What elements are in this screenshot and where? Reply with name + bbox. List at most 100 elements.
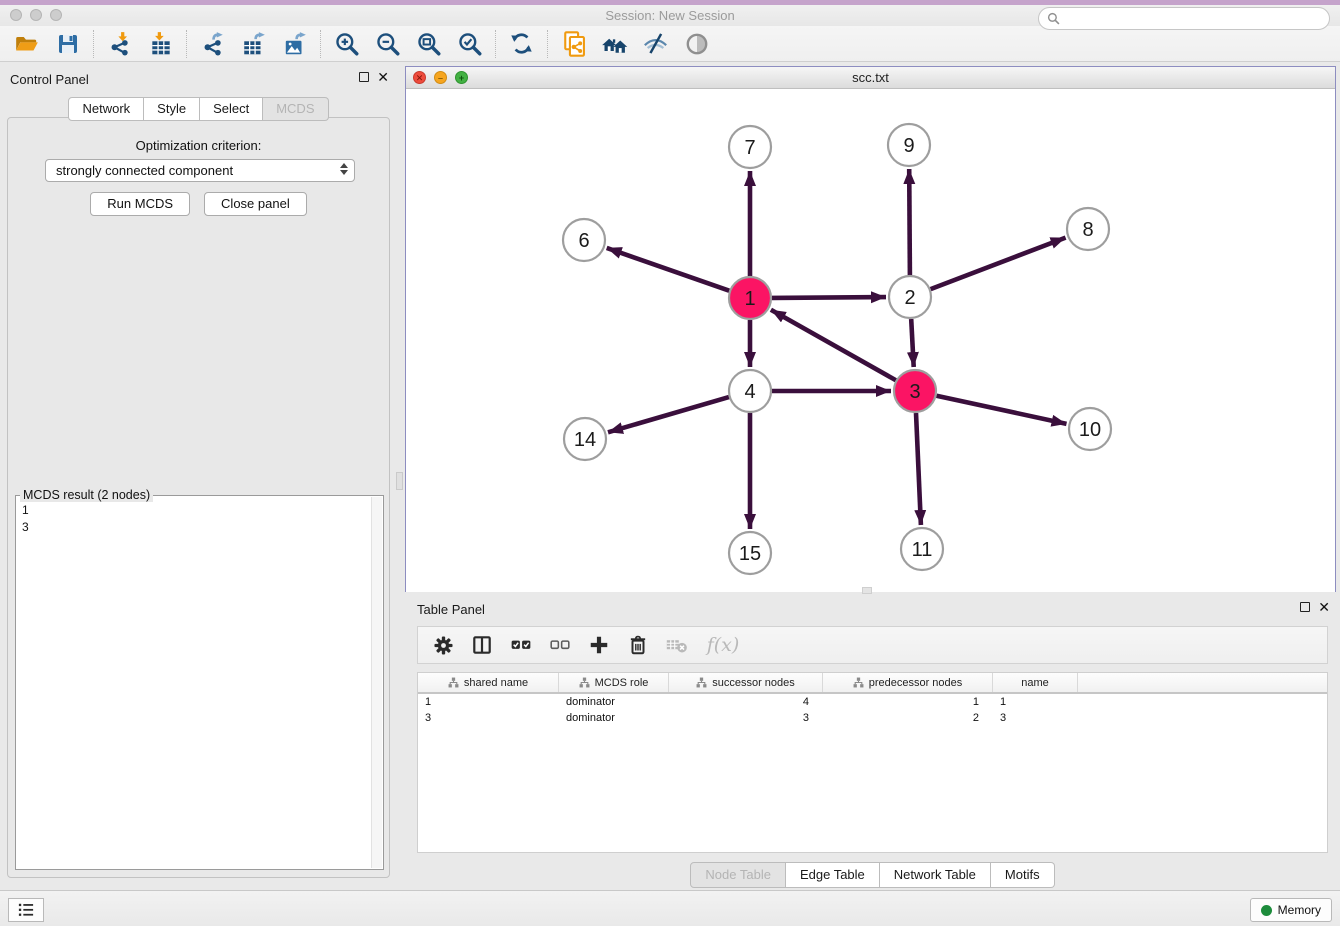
column-header-name[interactable]: name [993,673,1078,692]
panel-divider-grip[interactable] [396,472,403,490]
table-tab-edge-table[interactable]: Edge Table [786,862,880,888]
graph-node-11[interactable]: 11 [901,528,943,570]
close-panel-icon[interactable]: ✕ [377,72,389,82]
network-resize-grip[interactable] [862,587,872,594]
zoom-fit-button[interactable] [408,28,449,60]
show-column-panel-button[interactable] [467,630,497,660]
attribute-icon [579,677,590,688]
tab-network[interactable]: Network [68,97,144,121]
zoom-in-button[interactable] [326,28,367,60]
import-table-button[interactable] [140,28,181,60]
task-history-button[interactable] [8,898,44,922]
home-button[interactable] [594,28,635,60]
table-settings-button[interactable] [428,630,458,660]
apply-layout-button[interactable] [501,28,542,60]
svg-text:7: 7 [744,137,755,159]
create-column-button[interactable] [584,630,614,660]
graph-node-2[interactable]: 2 [889,276,931,318]
graph-node-10[interactable]: 10 [1069,408,1111,450]
clone-network-button[interactable] [553,28,594,60]
optimization-criterion-value: strongly connected component [56,163,233,178]
graph-edge-2-9[interactable] [909,169,910,275]
network-view-window: ✕ – + scc.txt 7 9 6 8 1 2 4 3 14 10 15 [405,66,1336,592]
export-table-button[interactable] [233,28,274,60]
graph-edge-4-14[interactable] [608,397,729,432]
graph-edge-1-2[interactable] [772,297,886,298]
search-field[interactable] [1038,7,1330,30]
network-canvas-svg[interactable]: 7 9 6 8 1 2 4 3 14 10 15 11 [406,89,1335,592]
import-network-button[interactable] [99,28,140,60]
function-icon: f(x) [707,634,740,656]
graph-node-8[interactable]: 8 [1067,208,1109,250]
graph-node-4[interactable]: 4 [729,370,771,412]
save-icon [56,32,80,56]
export-image-button[interactable] [274,28,315,60]
save-session-button[interactable] [47,28,88,60]
cell-shared-name: 3 [418,710,559,726]
import-table-icon [148,31,174,57]
show-graphics-details-button[interactable] [676,28,717,60]
mcds-panel: Optimization criterion: strongly connect… [7,117,390,878]
cell-successor-nodes: 3 [669,710,823,726]
list-icon [17,902,35,918]
graph-edge-3-1[interactable] [771,310,896,380]
graph-node-15[interactable]: 15 [729,532,771,574]
node-table[interactable]: shared name MCDS role successor nodes pr… [417,672,1328,853]
table-header-row: shared name MCDS role successor nodes pr… [418,673,1327,694]
status-bar: Memory [0,890,1340,926]
svg-text:15: 15 [739,543,761,565]
graph-node-9[interactable]: 9 [888,124,930,166]
graph-edge-3-11[interactable] [916,413,921,525]
memory-button[interactable]: Memory [1250,898,1332,922]
column-header-predecessor-nodes[interactable]: predecessor nodes [823,673,993,692]
table-panel-title: Table Panel [417,602,485,617]
delete-table-icon [665,633,689,657]
table-row[interactable]: 1dominator411 [418,694,1327,710]
delete-table-button [662,630,692,660]
graph-edge-2-8[interactable] [931,238,1066,290]
mcds-result-box: MCDS result (2 nodes) 13 [15,495,384,870]
graph-edge-2-3[interactable] [911,319,914,367]
result-scrollbar[interactable] [371,497,382,868]
optimization-criterion-label: Optimization criterion: [8,138,389,153]
float-table-panel-icon[interactable] [1300,602,1310,612]
zoom-selected-button[interactable] [449,28,490,60]
close-panel-button[interactable]: Close panel [204,192,307,216]
run-mcds-button[interactable]: Run MCDS [90,192,190,216]
cell-predecessor-nodes: 1 [823,694,993,710]
table-row[interactable]: 3dominator323 [418,710,1327,726]
toolbar-separator [320,30,321,58]
close-table-panel-icon[interactable]: ✕ [1318,602,1330,612]
hide-graphics-details-button[interactable] [635,28,676,60]
mcds-result-line: 3 [22,519,29,536]
network-window-titlebar[interactable]: ✕ – + scc.txt [406,67,1335,89]
tab-style[interactable]: Style [144,97,200,121]
delete-column-button[interactable] [623,630,653,660]
tab-select[interactable]: Select [200,97,263,121]
graph-node-3[interactable]: 3 [894,370,936,412]
table-tab-network-table[interactable]: Network Table [880,862,991,888]
graph-edge-1-6[interactable] [607,248,730,291]
export-network-button[interactable] [192,28,233,60]
float-panel-icon[interactable] [359,72,369,82]
svg-text:1: 1 [744,288,755,310]
graph-node-1[interactable]: 1 [729,277,771,319]
optimization-criterion-select[interactable]: strongly connected component [45,159,355,182]
column-header-successor-nodes[interactable]: successor nodes [669,673,823,692]
unselect-all-columns-button[interactable] [545,630,575,660]
cell-predecessor-nodes: 2 [823,710,993,726]
table-tab-motifs[interactable]: Motifs [991,862,1055,888]
graph-edge-3-10[interactable] [937,396,1067,424]
graph-node-14[interactable]: 14 [564,418,606,460]
column-header-shared-name[interactable]: shared name [418,673,559,692]
open-session-button[interactable] [6,28,47,60]
select-all-columns-button[interactable] [506,630,536,660]
search-input[interactable] [1065,12,1321,26]
graph-node-7[interactable]: 7 [729,126,771,168]
tab-mcds[interactable]: MCDS [263,97,328,121]
table-tab-node-table[interactable]: Node Table [690,862,786,888]
zoom-out-button[interactable] [367,28,408,60]
graph-node-6[interactable]: 6 [563,219,605,261]
column-header-mcds-role[interactable]: MCDS role [559,673,669,692]
cell-name: 1 [993,694,1078,710]
